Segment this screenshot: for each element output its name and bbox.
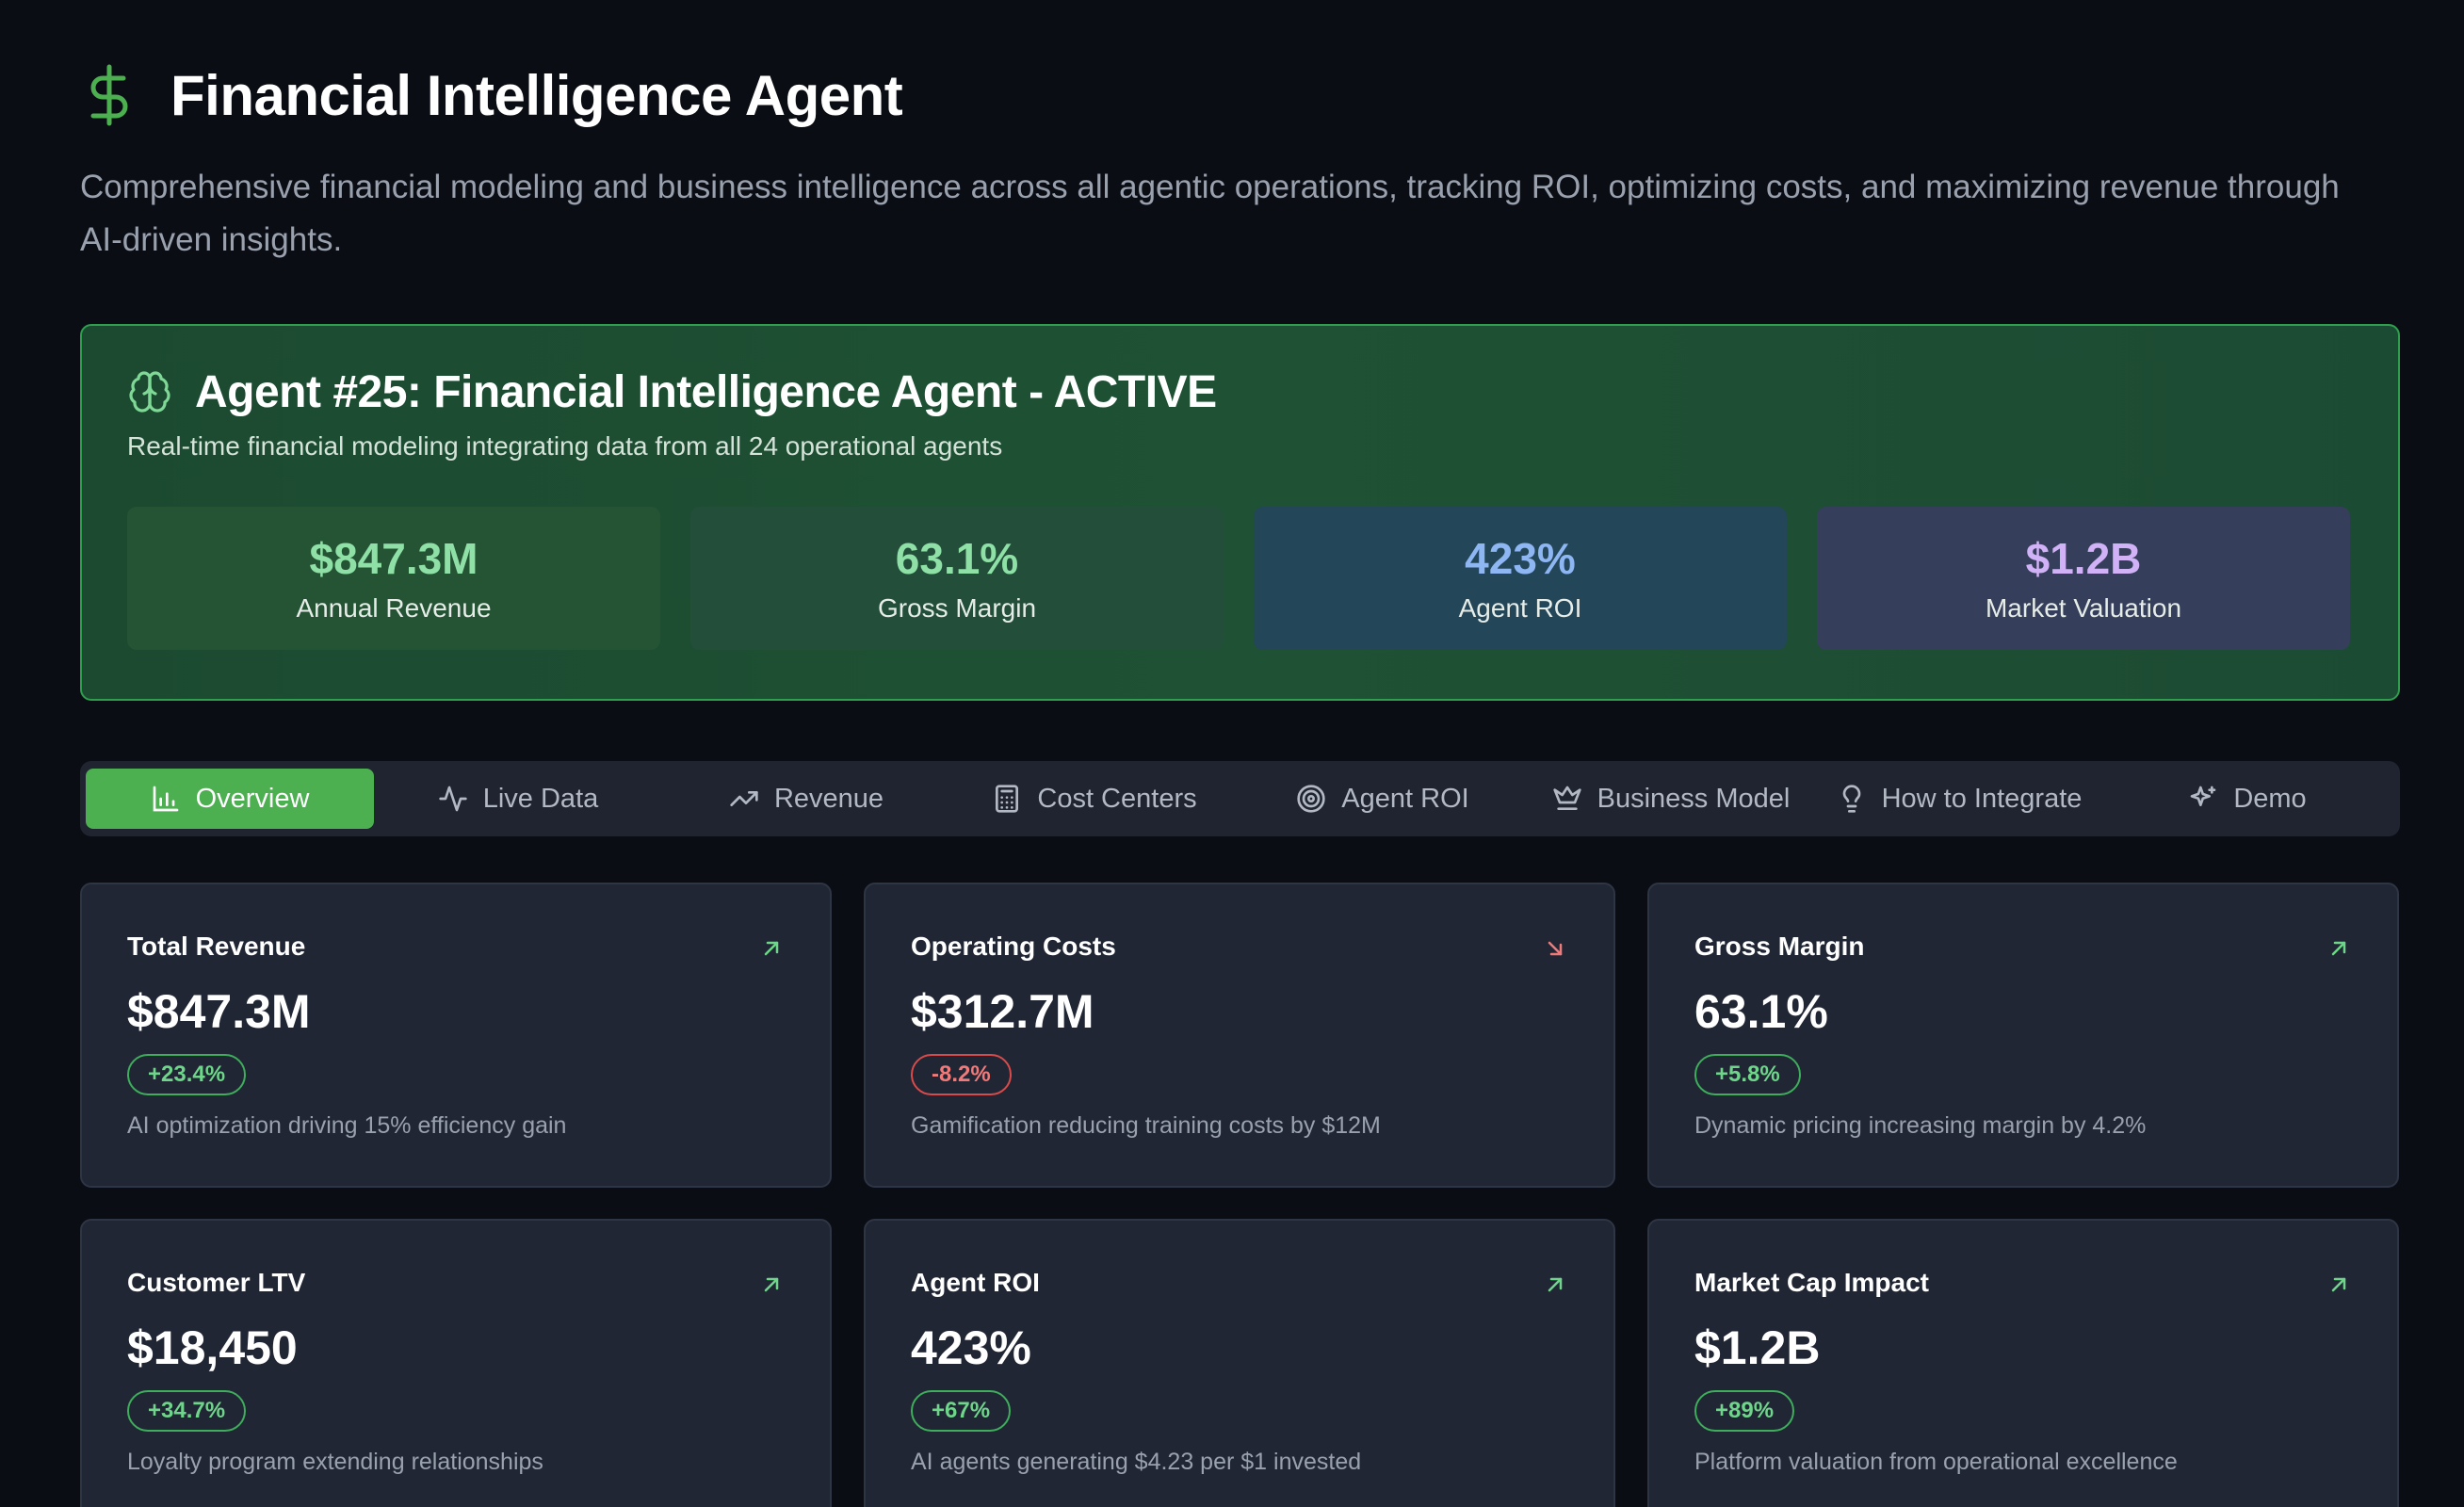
card-title: Total Revenue	[127, 932, 306, 961]
kpi-value: 423%	[1465, 534, 1576, 583]
crown-icon	[1552, 786, 1581, 810]
tab-bar: Overview Live Data Revenue Cost Centers …	[80, 761, 2400, 836]
card-note: Gamification reducing training costs by …	[911, 1112, 1381, 1139]
tab-agent-roi[interactable]: Agent ROI	[1239, 769, 1527, 829]
tab-cost-centers[interactable]: Cost Centers	[950, 769, 1239, 829]
brain-icon	[129, 371, 170, 413]
arrow-up-right-icon	[764, 941, 779, 956]
tab-label: Live Data	[482, 783, 599, 814]
kpi-agent-roi: 423% Agent ROI	[1254, 507, 1787, 650]
kpi-label: Market Valuation	[1985, 593, 2182, 623]
metric-card-operating-costs: Operating Costs $312.7M -8.2% Gamificati…	[864, 883, 1615, 1188]
card-title: Operating Costs	[911, 932, 1116, 961]
card-value: $847.3M	[127, 985, 311, 1038]
arrow-up-right-icon	[2331, 941, 2346, 956]
change-badge: +5.8%	[1694, 1054, 1801, 1095]
tab-label: Agent ROI	[1341, 783, 1469, 814]
agent-title-row: Agent #25: Financial Intelligence Agent …	[127, 366, 2353, 417]
lightbulb-icon	[1842, 785, 1860, 813]
kpi-label: Gross Margin	[877, 593, 1037, 623]
tab-label: Revenue	[773, 783, 884, 814]
tab-label: Demo	[2233, 783, 2307, 814]
tab-label: Cost Centers	[1037, 783, 1197, 814]
card-title: Gross Margin	[1694, 932, 1865, 961]
change-badge: +34.7%	[127, 1390, 247, 1432]
tab-label: Overview	[195, 783, 310, 814]
tab-label: How to Integrate	[1881, 783, 2083, 814]
sparkles-icon	[2190, 786, 2216, 806]
tab-label: Business Model	[1597, 783, 1791, 814]
change-badge: +23.4%	[127, 1054, 247, 1095]
card-value: 63.1%	[1694, 985, 1828, 1038]
dollar-icon	[90, 64, 128, 126]
calculator-icon	[996, 785, 1019, 813]
kpi-value: $847.3M	[309, 534, 478, 583]
tab-live-data[interactable]: Live Data	[374, 769, 662, 829]
card-note: Dynamic pricing increasing margin by 4.2…	[1694, 1112, 2147, 1139]
target-icon	[1297, 785, 1325, 813]
kpi-value: $1.2B	[2025, 534, 2142, 583]
agent-title: Agent #25: Financial Intelligence Agent …	[195, 366, 1217, 417]
arrow-up-right-icon	[2331, 1277, 2346, 1292]
change-badge: +89%	[1694, 1390, 1795, 1432]
metric-card-total-revenue: Total Revenue $847.3M +23.4% AI optimiza…	[80, 883, 832, 1188]
card-title: Market Cap Impact	[1694, 1268, 1929, 1297]
change-badge: +67%	[911, 1390, 1012, 1432]
page-description: Comprehensive financial modeling and bus…	[80, 169, 2340, 258]
card-title: Agent ROI	[911, 1268, 1040, 1297]
agent-subtitle: Real-time financial modeling integrating…	[127, 431, 1003, 461]
card-value: $18,450	[127, 1321, 298, 1374]
tab-demo[interactable]: Demo	[2103, 769, 2391, 829]
card-title: Customer LTV	[127, 1268, 306, 1297]
metric-card-market-cap-impact: Market Cap Impact $1.2B +89% Platform va…	[1647, 1219, 2399, 1507]
card-note: AI agents generating $4.23 per $1 invest…	[911, 1449, 1362, 1475]
kpi-annual-revenue: $847.3M Annual Revenue	[127, 507, 660, 650]
tab-revenue[interactable]: Revenue	[662, 769, 950, 829]
kpi-row: $847.3M Annual Revenue 63.1% Gross Margi…	[127, 507, 2353, 650]
metric-card-gross-margin: Gross Margin 63.1% +5.8% Dynamic pricing…	[1647, 883, 2399, 1188]
card-note: Platform valuation from operational exce…	[1694, 1449, 2178, 1475]
metric-cards-grid: Total Revenue $847.3M +23.4% AI optimiza…	[80, 883, 2400, 1507]
page-title: Financial Intelligence Agent	[170, 63, 903, 127]
change-badge: -8.2%	[911, 1054, 1012, 1095]
agent-status-panel: Agent #25: Financial Intelligence Agent …	[80, 324, 2400, 701]
page: Financial Intelligence Agent Comprehensi…	[0, 0, 2464, 1507]
trending-up-icon	[730, 791, 758, 806]
kpi-value: 63.1%	[895, 534, 1019, 583]
tab-how-to-integrate[interactable]: How to Integrate	[1815, 769, 2103, 829]
card-value: 423%	[911, 1321, 1031, 1374]
metric-card-customer-ltv: Customer LTV $18,450 +34.7% Loyalty prog…	[80, 1219, 832, 1507]
tab-overview[interactable]: Overview	[86, 769, 374, 829]
arrow-up-right-icon	[764, 1277, 779, 1292]
kpi-market-valuation: $1.2B Market Valuation	[1817, 507, 2350, 650]
card-note: AI optimization driving 15% efficiency g…	[127, 1112, 567, 1139]
arrow-down-right-icon	[1548, 941, 1563, 956]
card-note: Loyalty program extending relationships	[127, 1449, 543, 1475]
card-value: $312.7M	[911, 985, 1094, 1038]
page-header: Financial Intelligence Agent	[80, 0, 2384, 128]
metric-card-agent-roi: Agent ROI 423% +67% AI agents generating…	[864, 1219, 1615, 1507]
activity-icon	[439, 786, 467, 812]
kpi-label: Agent ROI	[1458, 593, 1582, 623]
kpi-label: Annual Revenue	[296, 593, 492, 623]
card-value: $1.2B	[1694, 1321, 1821, 1374]
kpi-gross-margin: 63.1% Gross Margin	[690, 507, 1224, 650]
bar-chart-icon	[153, 786, 178, 812]
arrow-up-right-icon	[1548, 1277, 1563, 1292]
tab-business-model[interactable]: Business Model	[1527, 769, 1815, 829]
